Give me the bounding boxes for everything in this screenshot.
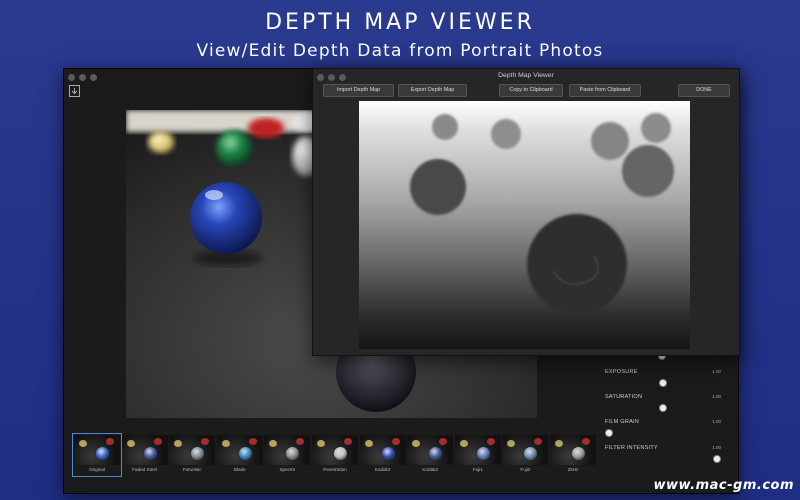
filter-thumb[interactable]: Futuristic: [169, 435, 216, 475]
depth-map-image: [359, 101, 690, 349]
filter-thumb[interactable]: Blade: [216, 435, 263, 475]
filter-thumb-label: Original: [89, 467, 105, 472]
import-depth-map-button[interactable]: Import Depth Map: [323, 84, 394, 97]
filter-thumb-label: Fuji1: [472, 467, 483, 472]
filter-thumb[interactable]: Penetration: [312, 435, 358, 475]
filter-thumb-image: [74, 435, 120, 465]
filter-thumb[interactable]: Fuji2: [502, 435, 549, 475]
saturation-value: 1.00: [712, 394, 721, 399]
filter-thumb-image: [550, 435, 596, 465]
filter-thumb-label: Futuristic: [182, 467, 202, 472]
filter-thumb-label: Kodak3: [422, 467, 438, 472]
filter-intensity-label: FILTER INTENSITY: [605, 445, 658, 451]
film-grain-slider[interactable]: [605, 429, 613, 437]
download-icon[interactable]: [69, 85, 80, 97]
filter-thumb-image: [121, 435, 168, 465]
filter-thumb[interactable]: 25Hz: [550, 435, 596, 475]
filter-thumb-label: Faded Steel: [132, 467, 157, 472]
filter-thumb-image: [454, 435, 501, 465]
filter-thumb-image: [359, 435, 406, 465]
watermark: www.mac-gm.com: [653, 478, 794, 493]
close-window-button[interactable]: [68, 74, 75, 81]
filter-thumb[interactable]: Original: [72, 433, 122, 477]
filter-intensity-value: 1.00: [712, 445, 721, 450]
hero-title: DEPTH MAP VIEWER: [265, 10, 535, 35]
saturation-slider[interactable]: [659, 404, 667, 412]
saturation-label: SATURATION: [605, 394, 643, 400]
depth-map-window: Depth Map Viewer Import Depth Map Export…: [312, 68, 740, 356]
filter-thumb-label: Spectre: [279, 467, 296, 472]
filter-thumb-image: [216, 435, 263, 465]
filter-thumb-label: 25Hz: [567, 467, 579, 472]
filter-thumb-image: [407, 435, 454, 465]
filter-thumb-label: Fuji2: [520, 467, 531, 472]
filter-thumb-label: Penetration: [323, 467, 347, 472]
adjustments-panel: EXPOSURE 1.00 SATURATION 1.00 FILM GRAIN…: [597, 352, 729, 472]
film-grain-label: FILM GRAIN: [605, 419, 640, 425]
exposure-slider[interactable]: [659, 379, 667, 387]
minimize-window-button[interactable]: [79, 74, 86, 81]
hero-subtitle: View/Edit Depth Data from Portrait Photo…: [196, 41, 604, 61]
export-depth-map-button[interactable]: Export Depth Map: [398, 84, 467, 97]
zoom-window-button[interactable]: [90, 74, 97, 81]
copy-to-clipboard-button[interactable]: Copy to Clipboard: [499, 84, 563, 97]
filter-thumb-image: [264, 435, 311, 465]
filter-thumb-label: Kodak2: [374, 467, 391, 472]
filter-thumb-image: [502, 435, 549, 465]
paste-from-clipboard-button[interactable]: Paste from Clipboard: [569, 84, 641, 97]
filter-thumb-label: Blade: [233, 467, 246, 472]
exposure-label: EXPOSURE: [605, 369, 638, 375]
filter-thumb[interactable]: Kodak2: [359, 435, 406, 475]
filter-thumb-image: [169, 435, 216, 465]
filter-thumb[interactable]: Kodak3: [407, 435, 454, 475]
filter-thumb[interactable]: Spectre: [264, 435, 311, 475]
filter-thumb[interactable]: Fuji1: [454, 435, 501, 475]
filter-thumb[interactable]: Faded Steel: [121, 435, 168, 475]
filter-intensity-slider[interactable]: [713, 455, 721, 463]
filter-thumb-image: [312, 435, 358, 465]
window-title: Depth Map Viewer: [498, 72, 554, 79]
done-button[interactable]: DONE: [678, 84, 730, 97]
film-grain-value: 1.00: [712, 419, 721, 424]
exposure-value: 1.00: [712, 369, 721, 374]
filter-strip: Original Faded Steel Futuristic Blade Spectr…: [68, 432, 596, 480]
